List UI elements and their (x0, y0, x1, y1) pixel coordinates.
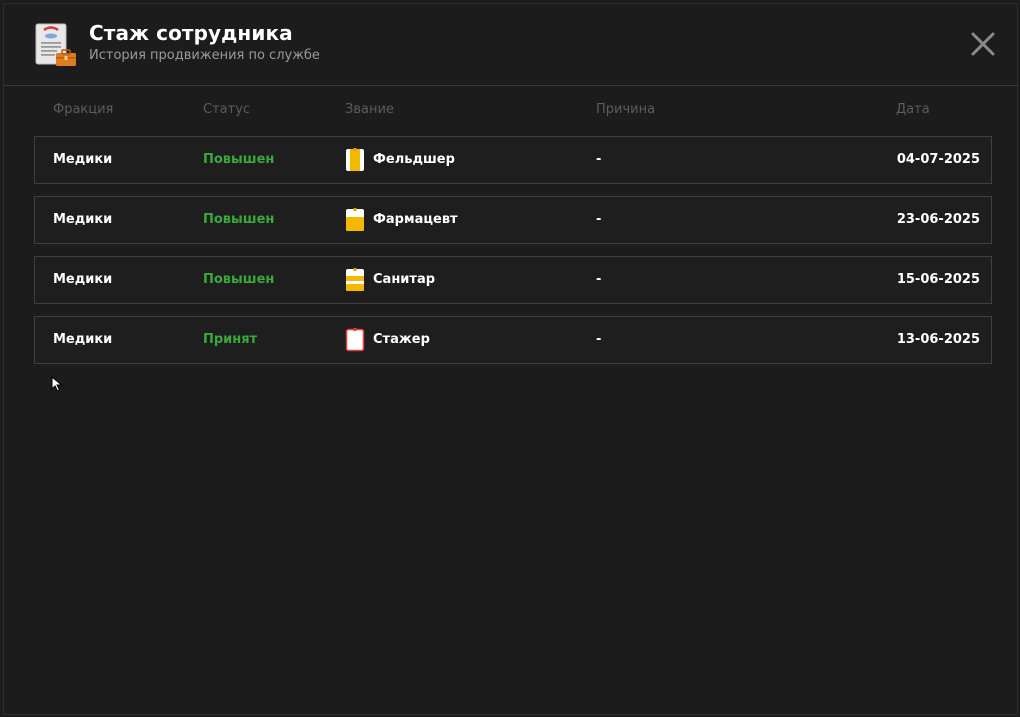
date-cell: 15-06-2025 (896, 272, 980, 287)
status-cell: Повышен (203, 152, 275, 167)
faction-cell: Медики (53, 272, 113, 287)
rank-label: Стажер (373, 332, 430, 347)
rank-label: Фармацевт (373, 212, 458, 227)
column-header-faction: Фракция (53, 102, 114, 117)
column-header-rank: Звание (345, 102, 394, 117)
rank-cell: Фельдшер (345, 137, 455, 183)
white-badge-icon (345, 328, 365, 352)
status-cell: Повышен (203, 212, 275, 227)
rank-label: Санитар (373, 272, 436, 287)
rank-cell: Стажер (345, 317, 430, 363)
column-header-reason: Причина (596, 102, 656, 117)
date-cell: 04-07-2025 (896, 152, 980, 167)
window-header: Стаж сотрудника История продвижения по с… (4, 4, 1017, 86)
reason-cell: - (596, 332, 602, 347)
date-cell: 13-06-2025 (896, 332, 980, 347)
faction-cell: Медики (53, 152, 113, 167)
date-cell: 23-06-2025 (896, 212, 980, 227)
table-row[interactable]: Медики Повышен Фельдшер - 04-07-2025 (34, 136, 992, 184)
reason-cell: - (596, 152, 602, 167)
yellow-badge-icon (346, 208, 364, 231)
close-icon (971, 32, 995, 56)
reason-cell: - (596, 212, 602, 227)
status-cell: Принят (203, 332, 258, 347)
table-row[interactable]: Медики Повышен Фармацевт - 23-06-2025 (34, 196, 992, 244)
close-button[interactable] (969, 30, 997, 58)
service-history-window: Стаж сотрудника История продвижения по с… (3, 3, 1018, 715)
page-title: Стаж сотрудника (89, 21, 293, 45)
status-cell: Повышен (203, 272, 275, 287)
page-subtitle: История продвижения по службе (89, 48, 320, 63)
table-row[interactable]: Медики Повышен Санитар - 15-06-2025 (34, 256, 992, 304)
yellow-badge-icon (346, 148, 364, 171)
striped-badge-icon (346, 268, 364, 291)
faction-cell: Медики (53, 332, 113, 347)
reason-cell: - (596, 272, 602, 287)
column-header-status: Статус (203, 102, 251, 117)
faction-cell: Медики (53, 212, 113, 227)
rank-label: Фельдшер (373, 152, 455, 167)
rank-cell: Фармацевт (345, 197, 458, 243)
mouse-cursor-icon (51, 376, 63, 392)
column-header-date: Дата (896, 102, 930, 117)
document-briefcase-icon (35, 23, 76, 66)
table-row[interactable]: Медики Принят Стажер - 13-06-2025 (34, 316, 992, 364)
rank-cell: Санитар (345, 257, 435, 303)
